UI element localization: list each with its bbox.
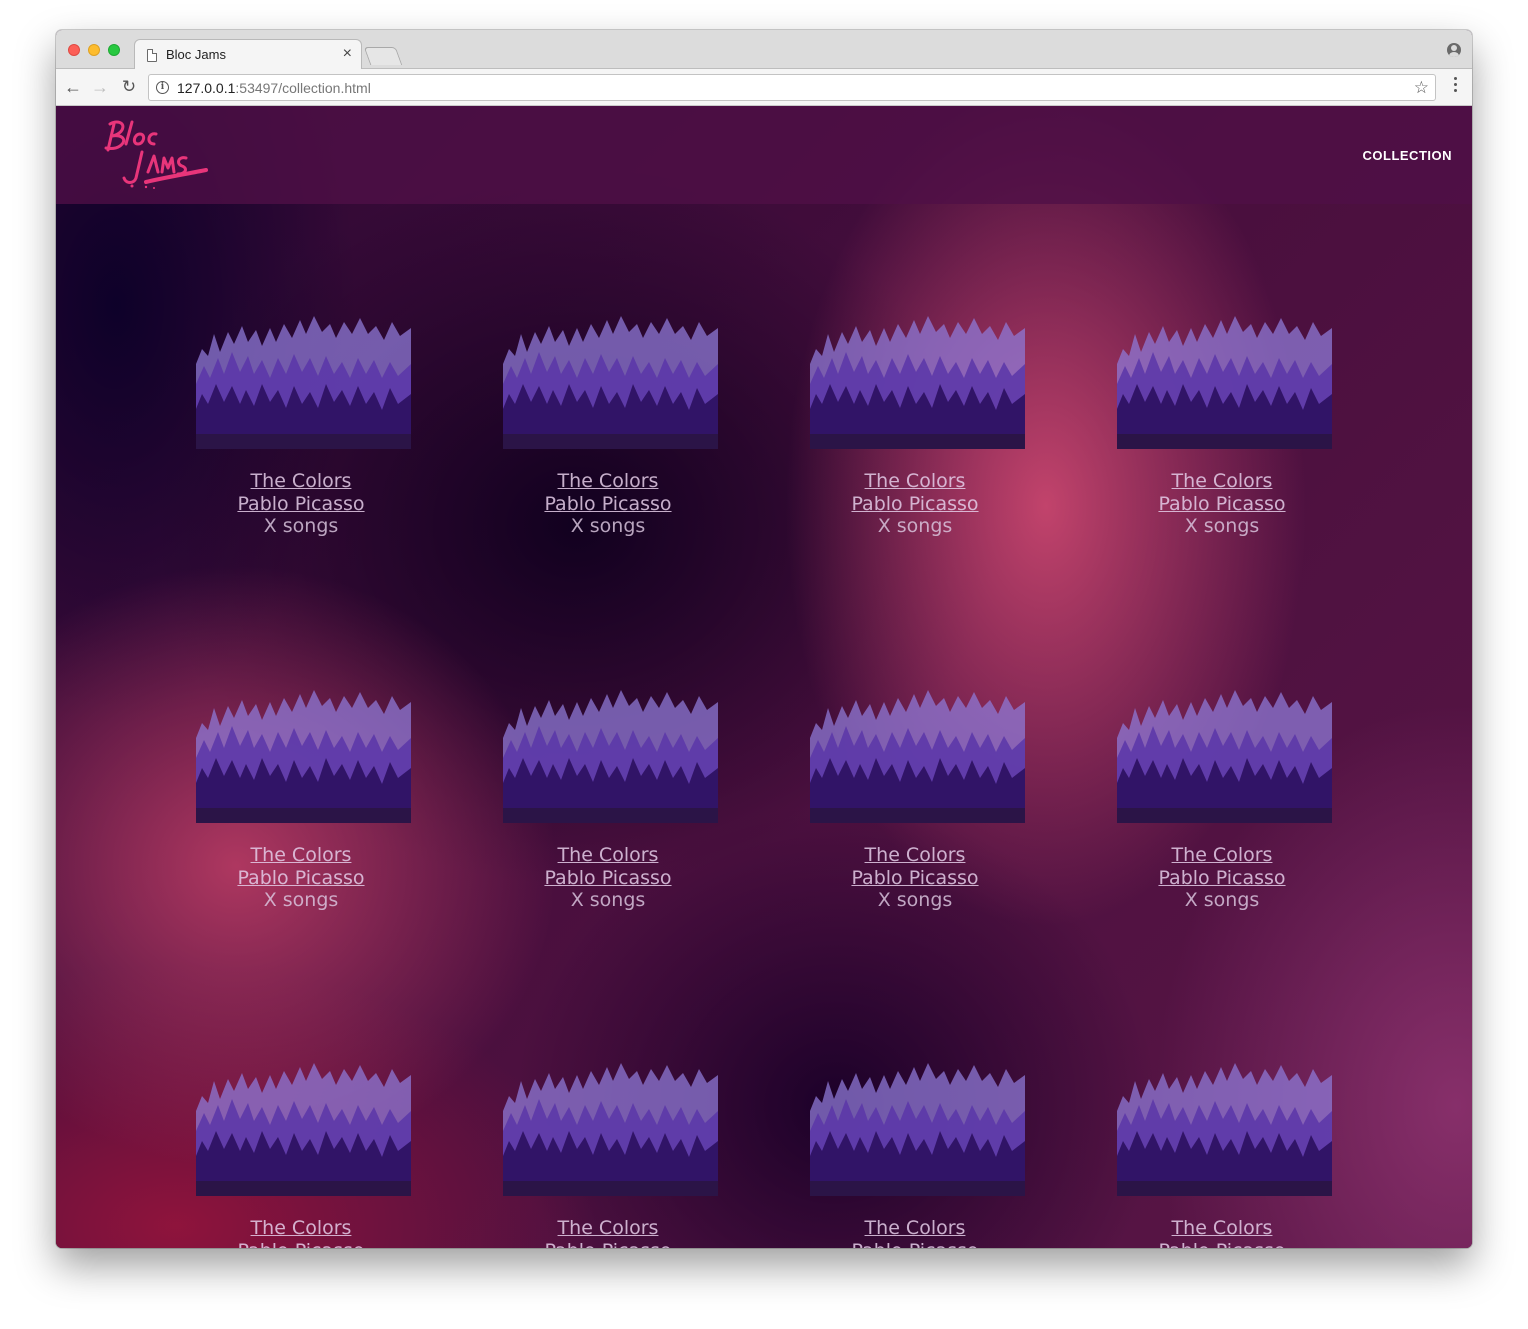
album-info: The Colors Pablo Picasso X songs: [176, 844, 426, 912]
album-title-link[interactable]: The Colors: [483, 470, 733, 493]
minimize-window-button[interactable]: [88, 44, 100, 56]
album-song-count: X songs: [877, 889, 953, 911]
album-cover-image[interactable]: [1117, 608, 1332, 823]
nav-collection-link[interactable]: COLLECTION: [1363, 148, 1453, 163]
album-info: The Colors Pablo Picasso X songs: [1097, 470, 1347, 538]
url-path: :53497/collection.html: [235, 80, 371, 96]
browser-menu-icon[interactable]: [1454, 77, 1458, 97]
album-song-count: X songs: [263, 515, 339, 537]
album-cover-image[interactable]: [196, 608, 411, 823]
address-bar[interactable]: i 127.0.0.1:53497/collection.html ☆: [148, 74, 1436, 101]
document-icon: [147, 49, 157, 62]
reload-icon[interactable]: ↻: [118, 76, 140, 98]
new-tab-button[interactable]: [363, 47, 403, 65]
album-title-link[interactable]: The Colors: [176, 844, 426, 867]
bookmark-star-icon[interactable]: ☆: [1414, 77, 1429, 99]
album-info: The Colors Pablo Picasso X songs: [176, 470, 426, 538]
album-title-link[interactable]: The Colors: [483, 1217, 733, 1240]
album-artist-link[interactable]: Pablo Picasso: [176, 1240, 426, 1249]
album-artist-link[interactable]: Pablo Picasso: [790, 867, 1040, 890]
album-info: The Colors Pablo Picasso X songs: [790, 844, 1040, 912]
album-cover-image[interactable]: [196, 981, 411, 1196]
profile-icon[interactable]: [1447, 43, 1461, 57]
logo-graphic: [104, 120, 208, 189]
album-info: The Colors Pablo Picasso X songs: [483, 1217, 733, 1248]
back-arrow-icon[interactable]: ←: [62, 76, 84, 98]
album-title-link[interactable]: The Colors: [790, 844, 1040, 867]
browser-toolbar: ← → ↻ i 127.0.0.1:53497/collection.html …: [56, 69, 1472, 106]
maximize-window-button[interactable]: [108, 44, 120, 56]
album-title-link[interactable]: The Colors: [1097, 470, 1347, 493]
album-artist-link[interactable]: Pablo Picasso: [483, 493, 733, 516]
album-cover-image[interactable]: [503, 981, 718, 1196]
tab-title: Bloc Jams: [166, 47, 226, 62]
tab-close-icon[interactable]: ×: [343, 44, 352, 64]
album-cover-image[interactable]: [810, 234, 1025, 449]
album-cover-image[interactable]: [1117, 234, 1332, 449]
album-song-count: X songs: [570, 515, 646, 537]
url-host: 127.0.0.1: [177, 80, 236, 96]
close-window-button[interactable]: [68, 44, 80, 56]
album-title-link[interactable]: The Colors: [176, 1217, 426, 1240]
album-title-link[interactable]: The Colors: [1097, 1217, 1347, 1240]
url-text[interactable]: 127.0.0.1:53497/collection.html: [177, 80, 371, 96]
album-song-count: X songs: [877, 515, 953, 537]
browser-window: Bloc Jams × ← → ↻ i 127.0.0.1:53497/coll…: [56, 30, 1472, 1248]
album-cover-image[interactable]: [810, 981, 1025, 1196]
tab-strip: Bloc Jams ×: [56, 30, 1472, 70]
album-info: The Colors Pablo Picasso X songs: [1097, 1217, 1347, 1248]
info-icon[interactable]: i: [156, 81, 169, 94]
album-cover-image[interactable]: [810, 608, 1025, 823]
album-title-link[interactable]: The Colors: [790, 1217, 1040, 1240]
album-artist-link[interactable]: Pablo Picasso: [176, 493, 426, 516]
album-info: The Colors Pablo Picasso X songs: [483, 470, 733, 538]
album-title-link[interactable]: The Colors: [483, 844, 733, 867]
album-cover-image[interactable]: [196, 234, 411, 449]
page-viewport: COLLECTION The Colors Pablo Picasso X so…: [56, 106, 1472, 1248]
album-artist-link[interactable]: Pablo Picasso: [790, 493, 1040, 516]
browser-tab[interactable]: Bloc Jams ×: [134, 39, 362, 70]
album-artist-link[interactable]: Pablo Picasso: [483, 867, 733, 890]
album-artist-link[interactable]: Pablo Picasso: [1097, 867, 1347, 890]
site-header: COLLECTION: [56, 106, 1472, 204]
album-info: The Colors Pablo Picasso X songs: [790, 1217, 1040, 1248]
album-title-link[interactable]: The Colors: [1097, 844, 1347, 867]
album-info: The Colors Pablo Picasso X songs: [790, 470, 1040, 538]
album-title-link[interactable]: The Colors: [790, 470, 1040, 493]
album-cover-image[interactable]: [503, 608, 718, 823]
album-artist-link[interactable]: Pablo Picasso: [483, 1240, 733, 1249]
album-info: The Colors Pablo Picasso X songs: [1097, 844, 1347, 912]
album-info: The Colors Pablo Picasso X songs: [483, 844, 733, 912]
album-artist-link[interactable]: Pablo Picasso: [790, 1240, 1040, 1249]
album-song-count: X songs: [570, 889, 646, 911]
album-cover-image[interactable]: [1117, 981, 1332, 1196]
bloc-jams-logo[interactable]: [102, 116, 212, 190]
album-song-count: X songs: [1184, 889, 1260, 911]
album-cover-image[interactable]: [503, 234, 718, 449]
album-info: The Colors Pablo Picasso X songs: [176, 1217, 426, 1248]
album-song-count: X songs: [1184, 515, 1260, 537]
album-song-count: X songs: [263, 889, 339, 911]
album-title-link[interactable]: The Colors: [176, 470, 426, 493]
album-artist-link[interactable]: Pablo Picasso: [176, 867, 426, 890]
album-artist-link[interactable]: Pablo Picasso: [1097, 493, 1347, 516]
album-artist-link[interactable]: Pablo Picasso: [1097, 1240, 1347, 1249]
forward-arrow-icon[interactable]: →: [89, 76, 111, 98]
